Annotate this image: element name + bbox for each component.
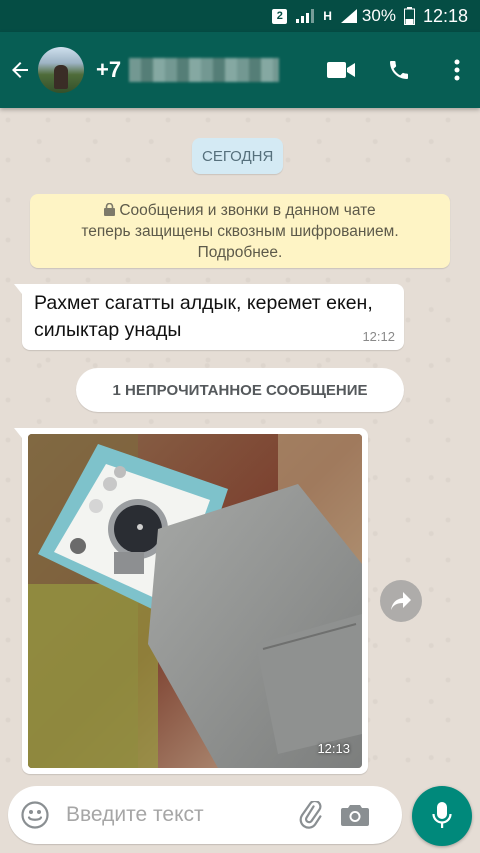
signal-icon — [296, 9, 315, 23]
microphone-icon — [432, 802, 452, 828]
paperclip-icon — [299, 801, 322, 829]
video-camera-icon — [327, 62, 355, 78]
microphone-button[interactable] — [412, 786, 472, 846]
menu-button[interactable] — [442, 55, 472, 85]
chat-area[interactable]: СЕГОДНЯ Сообщения и звонки в данном чате… — [0, 108, 480, 776]
network-type: H — [323, 9, 332, 23]
unread-messages-chip: 1 НЕПРОЧИТАННОЕ СООБЩЕНИЕ — [76, 368, 404, 412]
voice-call-button[interactable] — [384, 55, 414, 85]
camera-icon — [341, 805, 369, 826]
forward-button[interactable] — [380, 580, 422, 622]
encryption-more-link[interactable]: Подробнее. — [198, 242, 283, 263]
message-time: 12:12 — [362, 329, 395, 344]
battery-icon — [403, 7, 415, 25]
photo-time: 12:13 — [317, 741, 350, 756]
message-input[interactable] — [64, 802, 288, 828]
incoming-image-message[interactable]: 12:13 — [14, 428, 368, 774]
contact-name[interactable]: +7 — [96, 57, 280, 83]
more-vertical-icon — [454, 59, 460, 81]
sim-badge: 2 — [272, 8, 288, 24]
photo-watch-wallet-image — [28, 434, 362, 768]
incoming-message[interactable]: Рахмет сагатты алдык, керемет екен, силы… — [14, 284, 404, 350]
status-bar: 2 H 30% 12:18 — [0, 0, 480, 32]
attach-button[interactable] — [296, 800, 326, 830]
smiley-icon — [21, 801, 49, 829]
encryption-notice[interactable]: Сообщения и звонки в данном чате теперь … — [30, 194, 450, 268]
share-forward-icon — [391, 592, 411, 610]
video-call-button[interactable] — [326, 55, 356, 85]
avatar[interactable] — [38, 47, 84, 93]
encryption-line-1: Сообщения и звонки в данном чате — [119, 201, 376, 219]
battery-level: 30% — [361, 6, 396, 25]
encryption-line-2: теперь защищены сквозным шифрованием. — [81, 222, 399, 240]
back-button[interactable] — [4, 50, 36, 90]
date-chip: СЕГОДНЯ — [192, 138, 284, 174]
signal-full-icon — [340, 9, 357, 23]
contact-phone-prefix: +7 — [96, 57, 122, 82]
arrow-left-icon — [12, 62, 28, 78]
camera-button[interactable] — [340, 800, 370, 830]
message-photo[interactable]: 12:13 — [28, 434, 362, 768]
message-composer — [8, 786, 402, 844]
lock-icon — [104, 202, 116, 216]
chat-header: +7 — [0, 32, 480, 108]
phone-icon — [390, 61, 408, 79]
emoji-button[interactable] — [20, 800, 50, 830]
redacted-phone — [129, 58, 280, 82]
message-text: Рахмет сагатты алдык, керемет екен, силы… — [34, 292, 373, 341]
status-time: 12:18 — [422, 5, 468, 26]
